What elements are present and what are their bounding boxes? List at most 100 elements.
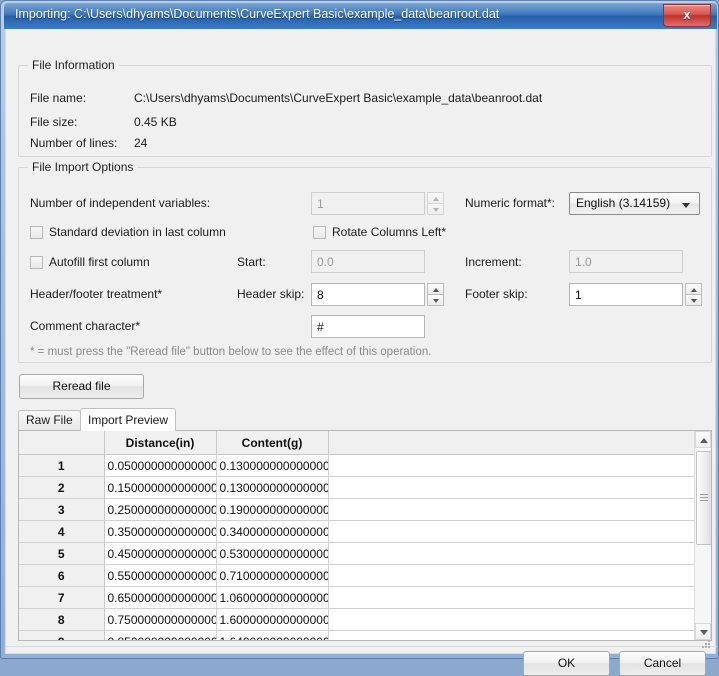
table-row[interactable]: 7 0.650000000000000 1.060000000000000 [19,586,696,609]
table-row[interactable]: 1 0.050000000000000 0.130000000000000 [19,454,696,477]
cell-distance[interactable]: 0.050000000000000 [104,454,217,477]
cell-content[interactable]: 0.130000000000000 [216,476,329,499]
num-independent-variables-label: Number of independent variables: [30,196,211,210]
ok-button[interactable]: OK [523,651,610,676]
table-row[interactable]: 8 0.750000000000000 1.600000000000000 [19,608,696,631]
import-dialog-window: Importing: C:\Users\dhyams\Documents\Cur… [0,0,719,676]
table-row[interactable]: 4 0.350000000000000 0.340000000000000 [19,520,696,543]
row-header[interactable]: 8 [19,608,105,631]
autofill-first-column-checkbox-row[interactable]: Autofill first column [30,255,150,269]
comment-character-input[interactable] [311,315,425,338]
footer-skip-spinner[interactable] [685,283,702,306]
cell-distance[interactable]: 0.750000000000000 [104,608,217,631]
autofill-first-column-label: Autofill first column [49,255,150,269]
cell-content[interactable]: 1.060000000000000 [216,586,329,609]
footer-skip-label: Footer skip: [465,287,528,301]
rotate-columns-checkbox[interactable] [313,225,326,239]
cell-filler [328,630,696,640]
cell-content[interactable]: 1.640000000000000 [216,630,329,640]
row-header[interactable]: 2 [19,476,105,499]
num-independent-variables-spinner[interactable] [427,192,444,215]
numeric-format-select[interactable]: English (3.14159) [569,192,700,215]
footer-skip-input[interactable] [569,283,683,306]
row-header[interactable]: 9 [19,630,105,640]
dialog-client-area: File Information File name: C:\Users\dhy… [5,29,717,676]
file-name-value: C:\Users\dhyams\Documents\CurveExpert Ba… [134,91,543,105]
cell-distance[interactable]: 0.850000000000000 [104,630,217,640]
table-row[interactable]: 3 0.250000000000000 0.190000000000000 [19,498,696,521]
cell-content[interactable]: 1.600000000000000 [216,608,329,631]
close-icon: x [683,7,691,22]
reread-file-button[interactable]: Reread file [19,374,144,399]
scrollbar-grip-icon [700,494,708,501]
table-vertical-scrollbar[interactable] [694,431,711,640]
import-preview-table-panel: Distance(in) Content(g) 1 0.0500000000000… [18,430,712,641]
cell-distance[interactable]: 0.650000000000000 [104,586,217,609]
comment-character-label: Comment character* [30,319,141,333]
cell-filler [328,564,696,587]
row-header[interactable]: 1 [19,454,105,477]
cell-content[interactable]: 0.710000000000000 [216,564,329,587]
start-label: Start: [237,255,266,269]
row-header[interactable]: 4 [19,520,105,543]
cell-content[interactable]: 0.340000000000000 [216,520,329,543]
file-information-group: File Information [18,58,712,157]
spinner-down-icon[interactable] [685,294,702,306]
cell-distance[interactable]: 0.350000000000000 [104,520,217,543]
tab-import-preview[interactable]: Import Preview [80,408,177,431]
tab-raw-file[interactable]: Raw File [18,410,81,430]
table-row[interactable]: 2 0.150000000000000 0.130000000000000 [19,476,696,499]
cell-distance[interactable]: 0.150000000000000 [104,476,217,499]
spinner-down-icon[interactable] [427,203,444,215]
row-header[interactable]: 7 [19,586,105,609]
row-header[interactable]: 5 [19,542,105,565]
scroll-up-icon[interactable] [695,431,711,448]
std-deviation-checkbox-row[interactable]: Standard deviation in last column [30,225,226,239]
import-preview-table: Distance(in) Content(g) 1 0.0500000000000… [19,431,696,640]
start-input[interactable] [311,250,425,273]
row-header[interactable]: 6 [19,564,105,587]
table-body: 1 0.050000000000000 0.130000000000000 2 0.15… [19,454,696,640]
table-row[interactable]: 5 0.450000000000000 0.530000000000000 [19,542,696,565]
cell-content[interactable]: 0.530000000000000 [216,542,329,565]
cancel-button[interactable]: Cancel [619,651,706,676]
rotate-columns-checkbox-row[interactable]: Rotate Columns Left* [313,225,446,239]
spinner-down-icon[interactable] [427,294,444,306]
cell-filler [328,608,696,631]
cell-filler [328,542,696,565]
number-of-lines-value: 24 [134,136,148,150]
increment-input[interactable] [569,250,683,273]
scrollbar-thumb[interactable] [696,451,711,545]
cell-filler [328,498,696,521]
column-header-distance[interactable]: Distance(in) [104,431,217,455]
file-information-legend: File Information [28,58,119,72]
num-independent-variables-input[interactable] [311,192,425,215]
cell-content[interactable]: 0.130000000000000 [216,454,329,477]
column-header-content[interactable]: Content(g) [216,431,329,455]
file-size-label: File size: [30,115,78,129]
close-button[interactable]: x [663,4,711,27]
preview-tabs: Raw File Import Preview [18,408,712,431]
file-name-label: File name: [30,91,87,105]
table-header-row: Distance(in) Content(g) [19,431,696,455]
std-deviation-checkbox[interactable] [30,225,43,239]
cell-distance[interactable]: 0.250000000000000 [104,498,217,521]
cell-distance[interactable]: 0.550000000000000 [104,564,217,587]
table-row[interactable]: 6 0.550000000000000 0.710000000000000 [19,564,696,587]
header-footer-treatment-label: Header/footer treatment* [30,287,163,301]
numeric-format-value: English (3.14159) [576,196,671,210]
column-header-index[interactable] [19,431,105,455]
resize-grip[interactable] [700,638,712,650]
header-skip-input[interactable] [311,283,425,306]
chevron-down-icon [682,203,690,208]
cell-filler [328,520,696,543]
row-header[interactable]: 3 [19,498,105,521]
cell-filler [328,454,696,477]
autofill-first-column-checkbox[interactable] [30,255,43,269]
header-skip-spinner[interactable] [427,283,444,306]
cell-content[interactable]: 0.190000000000000 [216,498,329,521]
table-row[interactable]: 90.8500000000000001.640000000000000 [19,630,696,640]
window-title: Importing: C:\Users\dhyams\Documents\Cur… [15,7,500,21]
cell-distance[interactable]: 0.450000000000000 [104,542,217,565]
file-import-options-legend: File Import Options [28,160,138,174]
